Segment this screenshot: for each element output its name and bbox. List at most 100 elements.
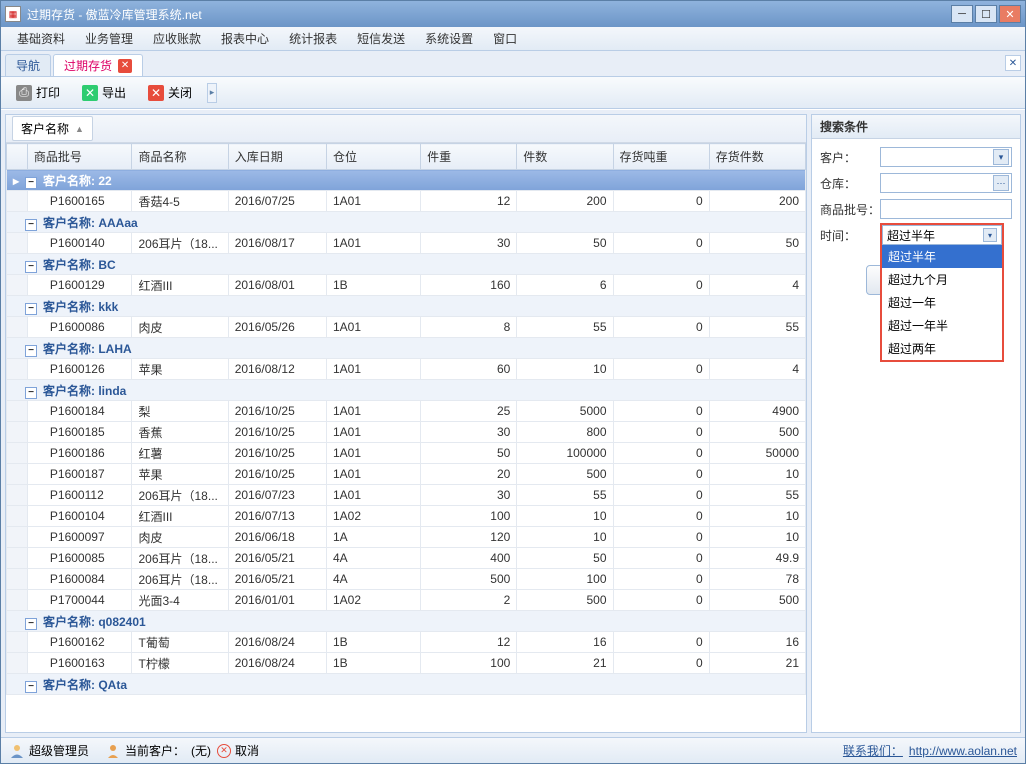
tab-close-icon[interactable]: ✕ bbox=[118, 59, 132, 73]
time-selected-value: 超过半年 bbox=[887, 227, 935, 244]
row-indicator-col bbox=[7, 144, 28, 170]
export-icon: ✕ bbox=[82, 85, 98, 101]
group-row[interactable]: −客户名称: kkk bbox=[7, 296, 806, 317]
table-row[interactable]: P1600085206耳片（18...2016/05/214A40050049.… bbox=[7, 548, 806, 569]
col-header[interactable]: 商品批号 bbox=[27, 144, 132, 170]
cancel-customer-button[interactable]: 取消 bbox=[235, 742, 259, 759]
menu-基础资料[interactable]: 基础资料 bbox=[7, 27, 75, 50]
menu-统计报表[interactable]: 统计报表 bbox=[279, 27, 347, 50]
expand-icon[interactable]: − bbox=[25, 219, 37, 231]
tabbar-close-button[interactable]: ✕ bbox=[1005, 55, 1021, 71]
menubar: 基础资料业务管理应收账款报表中心统计报表短信发送系统设置窗口 bbox=[1, 27, 1025, 51]
batch-label: 商品批号： bbox=[820, 201, 880, 218]
table-row[interactable]: P1700044光面3-42016/01/011A0225000500 bbox=[7, 590, 806, 611]
col-header[interactable]: 仓位 bbox=[326, 144, 420, 170]
group-row[interactable]: −客户名称: q082401 bbox=[7, 611, 806, 632]
time-dropdown-selected[interactable]: 超过半年 ▾ bbox=[882, 225, 1002, 245]
close-window-button[interactable]: ✕ bbox=[999, 5, 1021, 23]
table-row[interactable]: P1600184梨2016/10/251A0125500004900 bbox=[7, 401, 806, 422]
expand-icon[interactable]: − bbox=[25, 681, 37, 693]
time-option[interactable]: 超过半年 bbox=[882, 245, 1002, 268]
table-row[interactable]: P1600162T葡萄2016/08/241B1216016 bbox=[7, 632, 806, 653]
group-row[interactable]: −客户名称: QAta bbox=[7, 674, 806, 695]
group-row[interactable]: −客户名称: LAHA bbox=[7, 338, 806, 359]
chevron-down-icon[interactable]: ▾ bbox=[983, 228, 997, 242]
col-header[interactable]: 存货吨重 bbox=[613, 144, 709, 170]
statusbar: 超级管理员 当前客户： (无) ✕ 取消 联系我们： http://www.ao… bbox=[1, 737, 1025, 763]
table-row[interactable]: P1600104红酒III2016/07/131A0210010010 bbox=[7, 506, 806, 527]
export-label: 导出 bbox=[102, 84, 126, 101]
batch-input[interactable] bbox=[880, 199, 1012, 219]
close-tab-button[interactable]: ✕ 关闭 bbox=[139, 80, 201, 105]
table-row[interactable]: P1600186红薯2016/10/251A0150100000050000 bbox=[7, 443, 806, 464]
col-header[interactable]: 入库日期 bbox=[228, 144, 326, 170]
contact-label[interactable]: 联系我们： bbox=[843, 742, 903, 759]
customer-input[interactable]: ▾ bbox=[880, 147, 1012, 167]
maximize-button[interactable]: ☐ bbox=[975, 5, 997, 23]
tab-导航[interactable]: 导航 bbox=[5, 54, 51, 76]
col-header[interactable]: 件数 bbox=[517, 144, 613, 170]
group-row[interactable]: ▸−客户名称: 22 bbox=[7, 170, 806, 191]
col-header[interactable]: 商品名称 bbox=[132, 144, 228, 170]
col-header[interactable]: 件重 bbox=[421, 144, 517, 170]
menu-窗口[interactable]: 窗口 bbox=[483, 27, 527, 50]
close-icon: ✕ bbox=[148, 85, 164, 101]
menu-短信发送[interactable]: 短信发送 bbox=[347, 27, 415, 50]
expand-icon[interactable]: − bbox=[25, 177, 37, 189]
contact-link[interactable]: http://www.aolan.net bbox=[909, 744, 1017, 758]
time-label: 时间： bbox=[820, 227, 880, 244]
titlebar[interactable]: ▦ 过期存货 - 傲蓝冷库管理系统.net ─ ☐ ✕ bbox=[1, 1, 1025, 27]
print-button[interactable]: ⎙ 打印 bbox=[7, 80, 69, 105]
ellipsis-icon[interactable]: ⋯ bbox=[993, 175, 1009, 191]
time-option[interactable]: 超过一年 bbox=[882, 291, 1002, 314]
menu-系统设置[interactable]: 系统设置 bbox=[415, 27, 483, 50]
close-label: 关闭 bbox=[168, 84, 192, 101]
print-label: 打印 bbox=[36, 84, 60, 101]
time-dropdown: 超过半年 ▾ 超过半年超过九个月超过一年超过一年半超过两年 bbox=[880, 223, 1004, 362]
group-by-chip[interactable]: 客户名称 ▲ bbox=[12, 116, 93, 141]
time-option[interactable]: 超过一年半 bbox=[882, 314, 1002, 337]
cancel-icon[interactable]: ✕ bbox=[217, 744, 231, 758]
expand-icon[interactable]: − bbox=[25, 387, 37, 399]
dropdown-icon[interactable]: ▾ bbox=[993, 149, 1009, 165]
expand-icon[interactable]: − bbox=[25, 618, 37, 630]
expand-icon[interactable]: − bbox=[25, 303, 37, 315]
col-header[interactable]: 存货件数 bbox=[709, 144, 805, 170]
table-row[interactable]: P1600165香菇4-52016/07/251A01122000200 bbox=[7, 191, 806, 212]
table-row[interactable]: P1600187苹果2016/10/251A0120500010 bbox=[7, 464, 806, 485]
customer-label: 客户： bbox=[820, 149, 880, 166]
group-header-bar: 客户名称 ▲ bbox=[6, 115, 806, 143]
table-row[interactable]: P1600140206耳片（18...2016/08/171A013050050 bbox=[7, 233, 806, 254]
tab-过期存货[interactable]: 过期存货✕ bbox=[53, 54, 143, 76]
export-button[interactable]: ✕ 导出 bbox=[73, 80, 135, 105]
group-row[interactable]: −客户名称: linda bbox=[7, 380, 806, 401]
toolbar-expander[interactable]: ▸ bbox=[207, 83, 217, 103]
menu-应收账款[interactable]: 应收账款 bbox=[143, 27, 211, 50]
group-row[interactable]: −客户名称: BC bbox=[7, 254, 806, 275]
app-window: ▦ 过期存货 - 傲蓝冷库管理系统.net ─ ☐ ✕ 基础资料业务管理应收账款… bbox=[0, 0, 1026, 764]
toolbar: ⎙ 打印 ✕ 导出 ✕ 关闭 ▸ bbox=[1, 77, 1025, 109]
warehouse-input[interactable]: ⋯ bbox=[880, 173, 1012, 193]
chevron-up-icon: ▲ bbox=[75, 124, 84, 134]
group-row[interactable]: −客户名称: AAAaa bbox=[7, 212, 806, 233]
expand-icon[interactable]: − bbox=[25, 261, 37, 273]
search-panel-title: 搜索条件 bbox=[812, 115, 1020, 139]
grid-scroll[interactable]: 商品批号商品名称入库日期仓位件重件数存货吨重存货件数 ▸−客户名称: 22P16… bbox=[6, 143, 806, 732]
table-row[interactable]: P1600086肉皮2016/05/261A01855055 bbox=[7, 317, 806, 338]
time-option[interactable]: 超过九个月 bbox=[882, 268, 1002, 291]
table-row[interactable]: P1600097肉皮2016/06/181A12010010 bbox=[7, 527, 806, 548]
table-row[interactable]: P1600185香蕉2016/10/251A01308000500 bbox=[7, 422, 806, 443]
minimize-button[interactable]: ─ bbox=[951, 5, 973, 23]
table-row[interactable]: P1600112206耳片（18...2016/07/231A013055055 bbox=[7, 485, 806, 506]
window-title: 过期存货 - 傲蓝冷库管理系统.net bbox=[27, 6, 949, 23]
table-row[interactable]: P1600126苹果2016/08/121A01601004 bbox=[7, 359, 806, 380]
app-icon: ▦ bbox=[5, 6, 21, 22]
table-row[interactable]: P1600084206耳片（18...2016/05/214A500100078 bbox=[7, 569, 806, 590]
table-row[interactable]: P1600129红酒III2016/08/011B160604 bbox=[7, 275, 806, 296]
menu-报表中心[interactable]: 报表中心 bbox=[211, 27, 279, 50]
time-option[interactable]: 超过两年 bbox=[882, 337, 1002, 360]
menu-业务管理[interactable]: 业务管理 bbox=[75, 27, 143, 50]
expand-icon[interactable]: − bbox=[25, 345, 37, 357]
table-row[interactable]: P1600163T柠檬2016/08/241B10021021 bbox=[7, 653, 806, 674]
user-icon bbox=[9, 743, 25, 759]
